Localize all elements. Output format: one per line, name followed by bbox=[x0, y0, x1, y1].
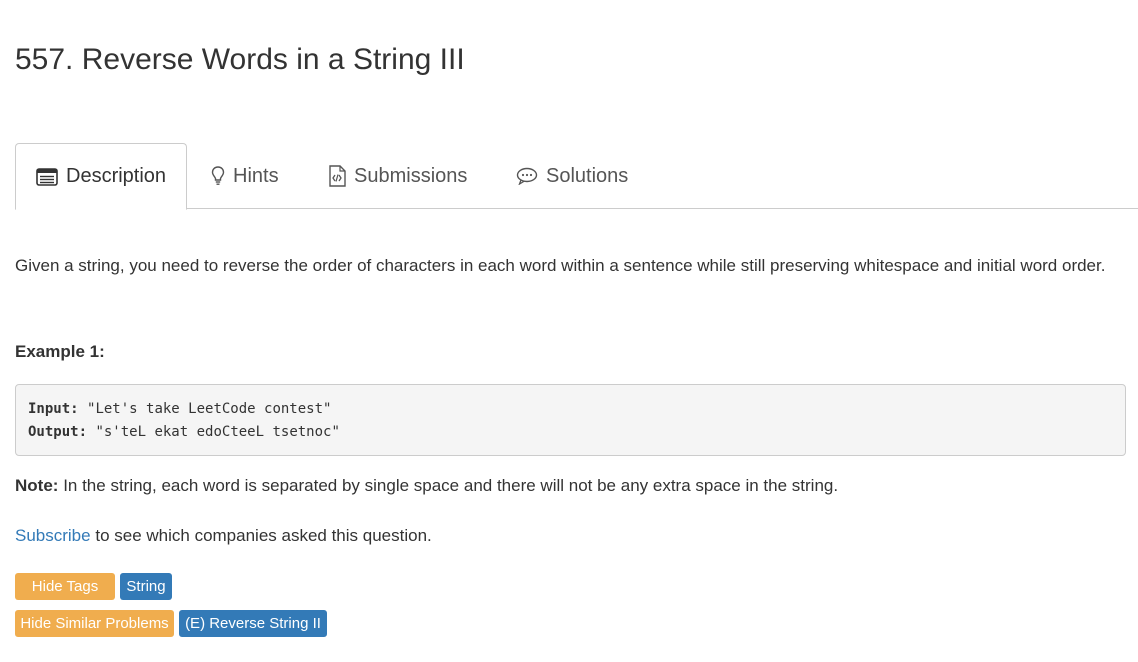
note: Note: In the string, each word is separa… bbox=[15, 474, 838, 498]
page-title: 557. Reverse Words in a String III bbox=[15, 43, 465, 76]
code-file-icon bbox=[328, 165, 346, 187]
input-value: "Let's take LeetCode contest" bbox=[87, 401, 332, 417]
hide-tags-button[interactable]: Hide Tags bbox=[15, 573, 115, 600]
chat-bubble-icon bbox=[516, 167, 538, 185]
tab-solutions[interactable]: Solutions bbox=[516, 143, 628, 209]
problem-description: Given a string, you need to reverse the … bbox=[15, 256, 1106, 275]
tab-hints[interactable]: Hints bbox=[211, 143, 279, 209]
subscribe-link[interactable]: Subscribe bbox=[15, 526, 91, 545]
input-label: Input: bbox=[28, 401, 79, 417]
note-text: In the string, each word is separated by… bbox=[63, 476, 839, 495]
similar-problem-reverse-string-ii[interactable]: (E) Reverse String II bbox=[179, 610, 327, 637]
tab-hints-label: Hints bbox=[233, 164, 279, 187]
note-label: Note: bbox=[15, 476, 59, 495]
output-label: Output: bbox=[28, 424, 88, 440]
tab-description[interactable]: Description bbox=[15, 143, 187, 210]
subscribe-text: to see which companies asked this questi… bbox=[95, 526, 432, 545]
output-value: "s'teL ekat edoCteeL tsetnoc" bbox=[95, 424, 340, 440]
problem-page: 557. Reverse Words in a String III Descr… bbox=[0, 0, 1138, 662]
example-output-line: Output: "s'teL ekat edoCteeL tsetnoc" bbox=[28, 421, 1113, 444]
example-input-line: Input: "Let's take LeetCode contest" bbox=[28, 398, 1113, 421]
example-code-block: Input: "Let's take LeetCode contest" Out… bbox=[15, 384, 1126, 456]
tab-description-label: Description bbox=[66, 165, 167, 187]
tab-solutions-label: Solutions bbox=[546, 164, 629, 187]
subscribe-line: Subscribe to see which companies asked t… bbox=[15, 524, 432, 548]
tab-bar: Description Hints Submissions Solutions bbox=[15, 143, 1138, 210]
tab-submissions-label: Submissions bbox=[354, 164, 468, 187]
description-icon bbox=[36, 167, 58, 186]
lightbulb-icon bbox=[211, 166, 225, 186]
example-heading: Example 1: bbox=[15, 342, 105, 361]
tag-string[interactable]: String bbox=[120, 573, 172, 600]
hide-similar-problems-button[interactable]: Hide Similar Problems bbox=[15, 610, 174, 637]
tab-submissions[interactable]: Submissions bbox=[328, 143, 467, 209]
